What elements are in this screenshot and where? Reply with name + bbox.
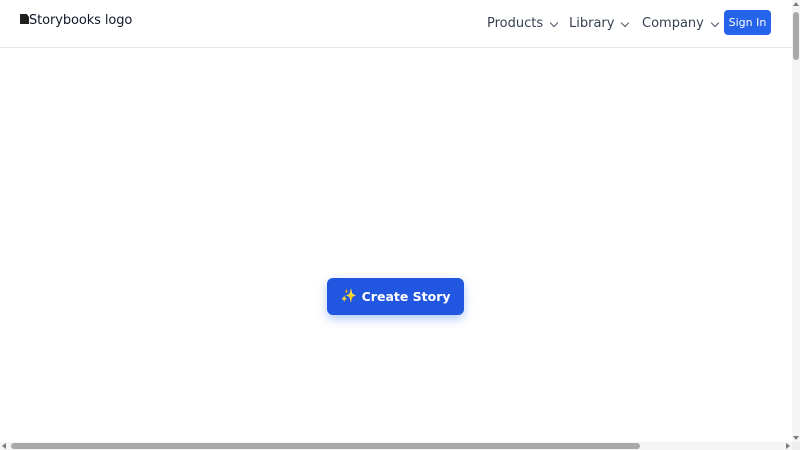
- chevron-down-icon: [621, 18, 630, 27]
- nav-company-label: Company: [642, 16, 704, 31]
- broken-image-icon: [20, 14, 29, 24]
- scroll-right-arrow-icon[interactable]: [786, 443, 790, 449]
- sign-in-button[interactable]: Sign In: [724, 10, 771, 35]
- horizontal-scrollbar[interactable]: [0, 442, 792, 450]
- horizontal-scrollbar-thumb[interactable]: [11, 443, 640, 449]
- sparkles-icon: ✨: [340, 289, 357, 304]
- nav-library-label: Library: [569, 16, 615, 31]
- chevron-down-icon: [549, 18, 559, 27]
- page: Storybooks logo Products Library Company…: [0, 0, 800, 450]
- vertical-scrollbar-thumb[interactable]: [793, 12, 799, 60]
- nav-item-products[interactable]: Products: [487, 16, 559, 32]
- site-header: Storybooks logo Products Library Company…: [0, 0, 792, 48]
- logo[interactable]: Storybooks logo: [20, 13, 132, 29]
- scroll-down-arrow-icon[interactable]: [793, 436, 799, 440]
- scroll-up-arrow-icon[interactable]: [793, 2, 799, 6]
- nav-item-library[interactable]: Library: [569, 16, 630, 32]
- nav-company[interactable]: Company: [642, 0, 720, 48]
- create-story-label: Create Story: [361, 289, 451, 304]
- nav-item-company[interactable]: Company: [642, 16, 720, 32]
- scrollbar-corner: [792, 442, 800, 450]
- scroll-left-arrow-icon[interactable]: [2, 443, 6, 449]
- nav-library[interactable]: Library: [569, 0, 630, 48]
- create-story-button[interactable]: ✨ Create Story: [327, 278, 464, 315]
- vertical-scrollbar[interactable]: [792, 0, 800, 442]
- logo-alt-text: Storybooks logo: [29, 13, 133, 28]
- nav-products[interactable]: Products: [487, 0, 559, 48]
- nav-products-label: Products: [487, 16, 544, 31]
- chevron-down-icon: [710, 18, 720, 27]
